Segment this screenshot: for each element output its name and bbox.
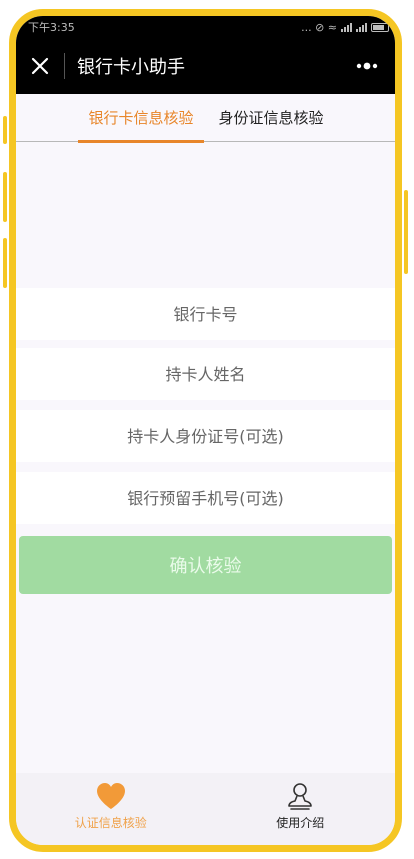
signal-icon (356, 22, 367, 32)
holder-id-input[interactable] (16, 410, 395, 462)
phone-side-button (404, 190, 408, 274)
more-dots-icon (356, 62, 378, 70)
status-bar: 下午3:35 ... ⊘ ≈ (16, 16, 395, 38)
nav-divider (64, 53, 65, 79)
user-icon (288, 783, 313, 810)
holder-name-input[interactable] (16, 348, 395, 400)
phone-frame: 下午3:35 ... ⊘ ≈ 银行卡小助手 银行卡信息核验 身份证信息核验 银行… (9, 9, 402, 852)
page-title: 银行卡小助手 (77, 57, 185, 78)
status-indicator-text: ... ⊘ ≈ (301, 20, 337, 34)
close-icon (31, 57, 49, 75)
confirm-verify-button[interactable]: 确认核验 (19, 536, 392, 594)
close-button[interactable] (16, 38, 64, 94)
bottom-nav: 认证信息核验 使用介绍 (16, 773, 395, 845)
bottom-nav-verify[interactable]: 认证信息核验 (16, 773, 206, 845)
tab-bank-card-verify[interactable]: 银行卡信息核验 (78, 94, 204, 143)
status-indicators: ... ⊘ ≈ (301, 21, 389, 34)
phone-side-button (3, 238, 7, 288)
bottom-nav-verify-label: 认证信息核验 (74, 816, 147, 830)
battery-icon (371, 22, 389, 32)
signal-icon (341, 22, 352, 32)
status-time: 下午3:35 (28, 21, 75, 34)
more-button[interactable] (339, 38, 395, 94)
phone-side-button (3, 116, 7, 144)
nav-bar: 银行卡小助手 (16, 38, 395, 94)
card-number-input[interactable] (16, 288, 395, 340)
tab-bar: 银行卡信息核验 身份证信息核验 (16, 94, 395, 143)
bottom-nav-guide[interactable]: 使用介绍 (206, 773, 396, 845)
tab-id-card-verify[interactable]: 身份证信息核验 (211, 94, 331, 142)
reserved-phone-input[interactable] (16, 472, 395, 524)
phone-side-button (3, 172, 7, 222)
bottom-nav-guide-label: 使用介绍 (276, 816, 325, 830)
heart-icon (96, 783, 125, 809)
